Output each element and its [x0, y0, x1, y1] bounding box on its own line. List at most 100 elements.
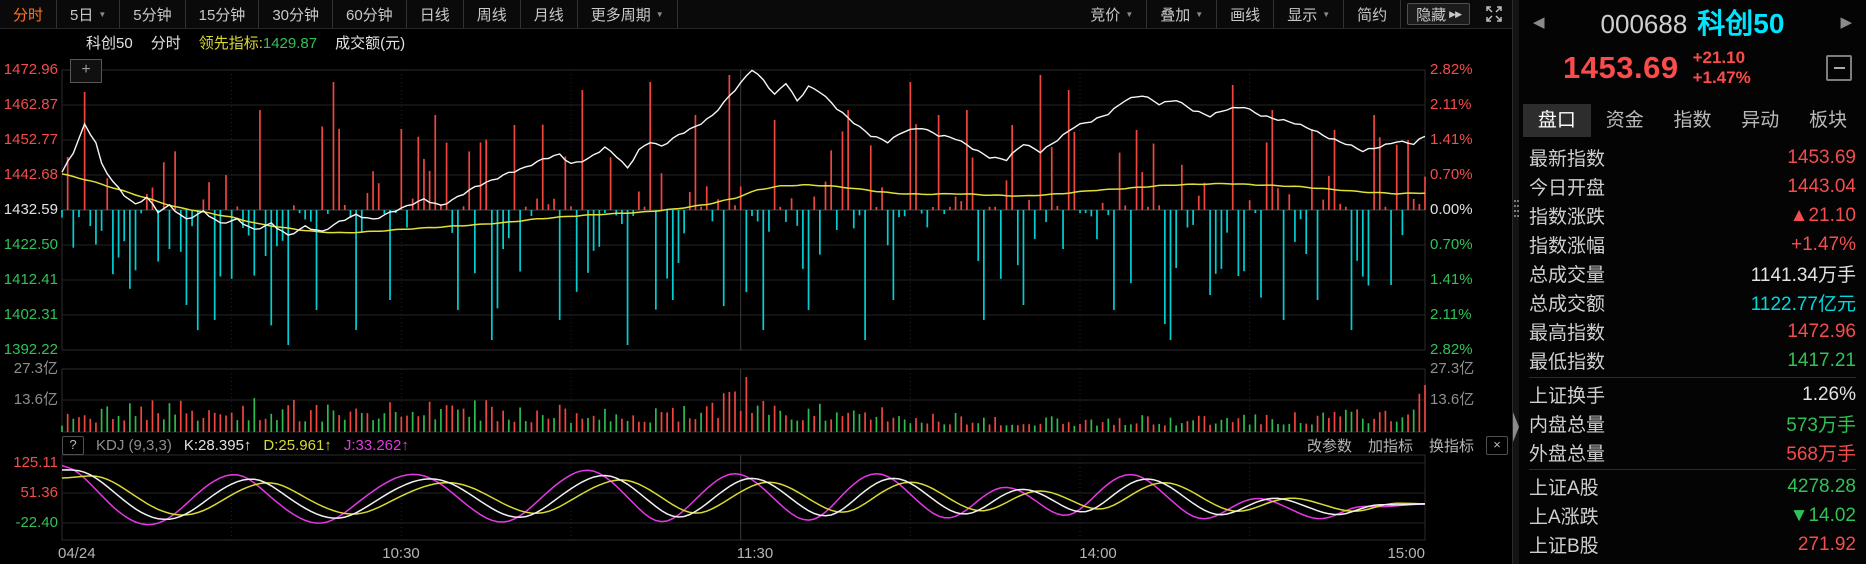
stock-title: 000688 科创50 — [1545, 2, 1841, 42]
kdj-j-value: J:33.262↑ — [344, 437, 409, 454]
auction-button[interactable]: 竞价▼ — [1077, 0, 1147, 28]
plus-button[interactable]: + — [70, 59, 102, 83]
pct-axis-label: 0.70% — [1430, 166, 1510, 184]
time-axis-label: 11:30 — [737, 545, 773, 563]
pct-axis-label: 2.82% — [1430, 341, 1510, 359]
volume-axis-label: 13.6亿 — [1430, 391, 1510, 409]
period-tab-intraday[interactable]: 分时 — [0, 0, 57, 28]
price-axis-label: 1422.50 — [0, 236, 58, 254]
add-indicator-button[interactable]: 加指标 — [1368, 435, 1413, 456]
chart-header: 科创50 分时 领先指标:1429.87 成交额(元) — [86, 28, 405, 56]
splitter-grip-icon[interactable] — [1514, 200, 1516, 202]
price-axis-label: 1402.31 — [0, 306, 58, 324]
quote-row: 外盘总量568万手 — [1529, 438, 1856, 467]
overlay-button[interactable]: 叠加▼ — [1147, 0, 1217, 28]
tab-bankuai[interactable]: 板块 — [1794, 104, 1862, 137]
period-tab-monthly[interactable]: 月线 — [521, 0, 578, 28]
quote-row: 最高指数1472.96 — [1529, 317, 1856, 346]
quote-row: 最低指数1417.21 — [1529, 346, 1856, 375]
pct-axis-label: 1.41% — [1430, 271, 1510, 289]
change-percent: +1.47% — [1693, 68, 1751, 88]
minimize-button[interactable] — [1826, 55, 1852, 81]
price-axis-label: 1412.41 — [0, 271, 58, 289]
price-axis-label: 1442.68 — [0, 166, 58, 184]
display-button[interactable]: 显示▼ — [1274, 0, 1344, 28]
close-indicator-button[interactable]: × — [1486, 436, 1508, 455]
period-tab-60min[interactable]: 60分钟 — [333, 0, 407, 28]
fullscreen-icon — [1485, 5, 1503, 23]
period-tab-daily[interactable]: 日线 — [407, 0, 464, 28]
stock-code: 000688 — [1601, 9, 1688, 40]
pct-axis-label: 2.11% — [1430, 96, 1510, 114]
tab-pankou[interactable]: 盘口 — [1523, 104, 1591, 137]
quote-row: 今日开盘1443.04 — [1529, 172, 1856, 201]
kdj-axis-label: 125.11 — [0, 454, 58, 472]
kdj-k-value: K:28.395↑ — [184, 437, 252, 454]
price-axis-label: 1472.96 — [0, 61, 58, 79]
minus-icon — [1834, 67, 1845, 69]
price-axis-label: 1392.22 — [0, 341, 58, 359]
time-axis-label: 04/24 — [58, 545, 96, 563]
change-value: +21.10 — [1693, 48, 1751, 68]
panel-header: ◀ 000688 科创50 ▶ — [1519, 0, 1866, 44]
pct-axis-label: 0.00% — [1430, 201, 1510, 219]
volume-axis-label: 27.3亿 — [1430, 360, 1510, 378]
draw-line-button[interactable]: 画线 — [1217, 0, 1274, 28]
quote-row: 指数涨幅+1.47% — [1529, 230, 1856, 259]
caret-down-icon: ▼ — [1322, 10, 1330, 19]
prev-stock-arrow[interactable]: ◀ — [1533, 13, 1545, 31]
quote-rows: 最新指数1453.69 今日开盘1443.04 指数涨跌▲21.10 指数涨幅+… — [1519, 143, 1866, 559]
period-tab-5day[interactable]: 5日▼ — [57, 0, 120, 28]
period-tab-30min[interactable]: 30分钟 — [259, 0, 333, 28]
pct-axis-label: 2.11% — [1430, 306, 1510, 324]
price-change: +21.10 +1.47% — [1693, 48, 1751, 88]
kdj-d-value: D:25.961↑ — [263, 437, 331, 454]
caret-down-icon: ▼ — [1125, 10, 1133, 19]
switch-indicator-button[interactable]: 换指标 — [1429, 435, 1474, 456]
row-divider — [1529, 469, 1856, 470]
quote-row: 上证B股271.92 — [1529, 530, 1856, 559]
pct-axis-label: 2.82% — [1430, 61, 1510, 79]
indicator-help-button[interactable]: ? — [62, 436, 84, 455]
price-summary: 1453.69 +21.10 +1.47% — [1519, 44, 1866, 92]
time-axis-label: 14:00 — [1079, 545, 1117, 563]
caret-down-icon: ▼ — [98, 10, 106, 19]
chart-index-name: 科创50 — [86, 32, 133, 53]
tab-zhishu[interactable]: 指数 — [1659, 104, 1727, 137]
period-tab-weekly[interactable]: 周线 — [464, 0, 521, 28]
quote-row: 指数涨跌▲21.10 — [1529, 201, 1856, 230]
caret-down-icon: ▼ — [656, 10, 664, 19]
volume-axis-label: 13.6亿 — [0, 391, 58, 409]
fullscreen-button[interactable] — [1476, 0, 1512, 28]
caret-down-icon: ▼ — [1195, 10, 1203, 19]
lead-indicator: 领先指标:1429.87 — [199, 32, 317, 53]
price-axis-label: 1462.87 — [0, 96, 58, 114]
period-toolbar: 分时 5日▼ 5分钟 15分钟 30分钟 60分钟 日线 周线 月线 更多周期▼… — [0, 0, 1512, 29]
quote-row: 上证A股4278.28 — [1529, 472, 1856, 501]
kdj-header: ? KDJ (9,3,3) K:28.395↑ D:25.961↑ J:33.2… — [62, 436, 1508, 455]
period-tab-15min[interactable]: 15分钟 — [186, 0, 260, 28]
tab-zijin[interactable]: 资金 — [1591, 104, 1659, 137]
quote-row: 上A涨跌▼14.02 — [1529, 501, 1856, 530]
hide-panel-button[interactable]: 隐藏▶▶ — [1407, 3, 1470, 25]
change-params-button[interactable]: 改参数 — [1307, 435, 1352, 456]
indicator-name: KDJ (9,3,3) — [96, 437, 172, 454]
last-price: 1453.69 — [1563, 50, 1679, 86]
next-stock-arrow[interactable]: ▶ — [1840, 13, 1852, 31]
quote-row: 上证换手1.26% — [1529, 380, 1856, 409]
simple-mode-button[interactable]: 简约 — [1344, 0, 1401, 28]
period-tab-5min[interactable]: 5分钟 — [120, 0, 185, 28]
quote-panel: ◀ 000688 科创50 ▶ 1453.69 +21.10 +1.47% 盘口… — [1519, 0, 1866, 564]
period-tab-more[interactable]: 更多周期▼ — [578, 0, 678, 28]
quote-row: 总成交额1122.77亿元 — [1529, 288, 1856, 317]
stock-name: 科创50 — [1697, 2, 1784, 42]
double-arrow-right-icon: ▶▶ — [1449, 9, 1461, 20]
time-axis-label: 15:00 — [1387, 545, 1425, 563]
time-axis-label: 10:30 — [382, 545, 420, 563]
turnover-label: 成交额(元) — [335, 32, 405, 53]
quote-row: 总成交量1141.34万手 — [1529, 259, 1856, 288]
price-axis-label: 1452.77 — [0, 131, 58, 149]
kdj-axis-label: -22.40 — [0, 514, 58, 532]
quote-row: 最新指数1453.69 — [1529, 143, 1856, 172]
tab-yidong[interactable]: 异动 — [1726, 104, 1794, 137]
